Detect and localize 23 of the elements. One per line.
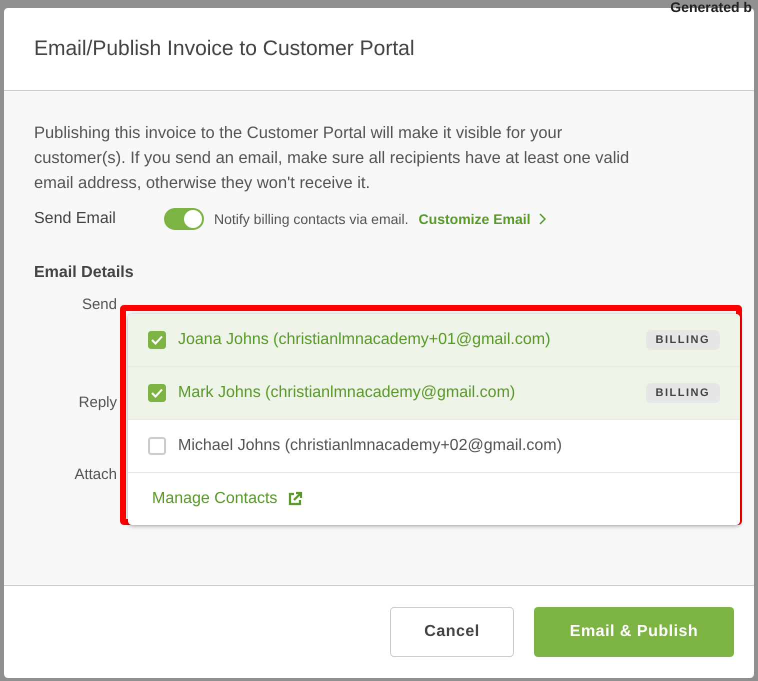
contact-option[interactable]: Michael Johns (christianlmnacademy+02@gmail.com): [128, 420, 740, 473]
cancel-button[interactable]: Cancel: [390, 607, 514, 657]
external-link-icon: [287, 491, 304, 507]
checkbox[interactable]: [148, 437, 166, 455]
checkbox[interactable]: [148, 384, 166, 402]
checkbox[interactable]: [148, 331, 166, 349]
contact-label: Joana Johns (christianlmnacademy+01@gmail.com): [178, 331, 552, 349]
dialog-title: Email/Publish Invoice to Customer Portal: [34, 37, 414, 61]
section-title: Email Details: [34, 264, 135, 282]
field-label: Reply: [78, 394, 117, 413]
field-label: Send: [80, 296, 117, 315]
billing-tag: BILLING: [646, 330, 720, 350]
send-email-toggle[interactable]: [164, 208, 204, 230]
send-email-label: Send Email: [34, 210, 117, 228]
contact-label: Michael Johns (christianlmnacademy+02@gmail.com): [178, 437, 563, 455]
notify-text: Notify billing contacts via email.: [214, 211, 409, 227]
intro-text: Publishing this invoice to the Customer Portal will make it visible for your customer(s). If you send an email, make sure all recipients have at least one valid email address, otherwise they won't receive it.: [34, 123, 630, 194]
billing-tag: BILLING: [646, 383, 720, 403]
contact-label: Mark Johns (christianlmnacademy@gmail.com): [178, 384, 516, 402]
contact-option[interactable]: Mark Johns (christianlmnacademy@gmail.com) BILLING: [128, 367, 740, 420]
chevron-right-icon: [538, 213, 546, 225]
field-label: Attach: [73, 466, 117, 485]
contact-option[interactable]: Joana Johns (christianlmnacademy+01@gmail.com) BILLING: [128, 314, 740, 367]
